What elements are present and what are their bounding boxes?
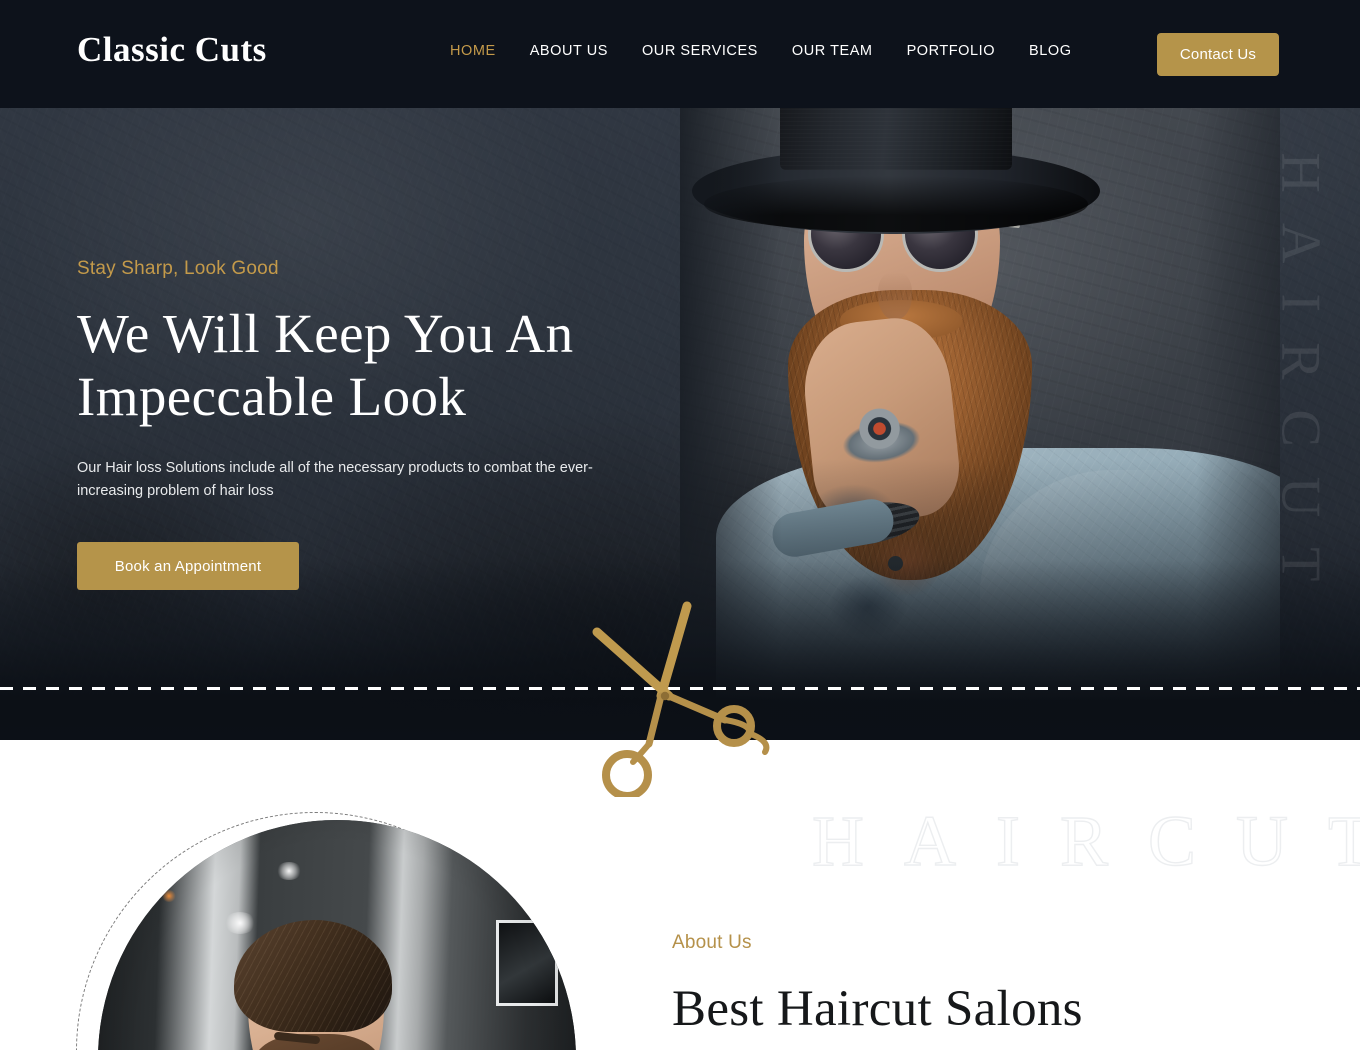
nav-item-about-us[interactable]: ABOUT US <box>530 43 608 59</box>
nav-item-our-services[interactable]: OUR SERVICES <box>642 43 758 59</box>
hero-section: HAIRCUT Stay Sharp, Look Good We Will Ke… <box>0 0 1360 740</box>
about-title: Best Haircut Salons <box>672 981 1083 1037</box>
about-eyebrow: About Us <box>672 932 752 953</box>
main-navigation: HOME ABOUT US OUR SERVICES OUR TEAM PORT… <box>450 43 1072 59</box>
hero-eyebrow: Stay Sharp, Look Good <box>77 258 279 279</box>
contact-us-button[interactable]: Contact Us <box>1157 33 1279 76</box>
about-image <box>98 820 576 1050</box>
hero-title-line-1: We Will Keep You An <box>77 303 574 364</box>
page-root: HAIRCUT Stay Sharp, Look Good We Will Ke… <box>0 0 1360 1050</box>
site-header: Classic Cuts HOME ABOUT US OUR SERVICES … <box>0 0 1360 108</box>
nav-item-blog[interactable]: BLOG <box>1029 43 1072 59</box>
nav-item-home[interactable]: HOME <box>450 43 496 59</box>
nav-item-our-team[interactable]: OUR TEAM <box>792 43 873 59</box>
hero-description: Our Hair loss Solutions include all of t… <box>77 460 593 499</box>
book-appointment-button[interactable]: Book an Appointment <box>77 542 299 590</box>
hero-title: We Will Keep You An Impeccable Look <box>77 302 617 428</box>
nav-item-portfolio[interactable]: PORTFOLIO <box>907 43 995 59</box>
site-logo[interactable]: Classic Cuts <box>77 30 267 70</box>
dashed-cut-line <box>0 687 1360 690</box>
hero-title-line-2: Impeccable Look <box>77 366 467 427</box>
about-copy: About Us Best Haircut Salons <box>672 932 1083 1038</box>
hero-copy: Stay Sharp, Look Good We Will Keep You A… <box>77 258 677 590</box>
